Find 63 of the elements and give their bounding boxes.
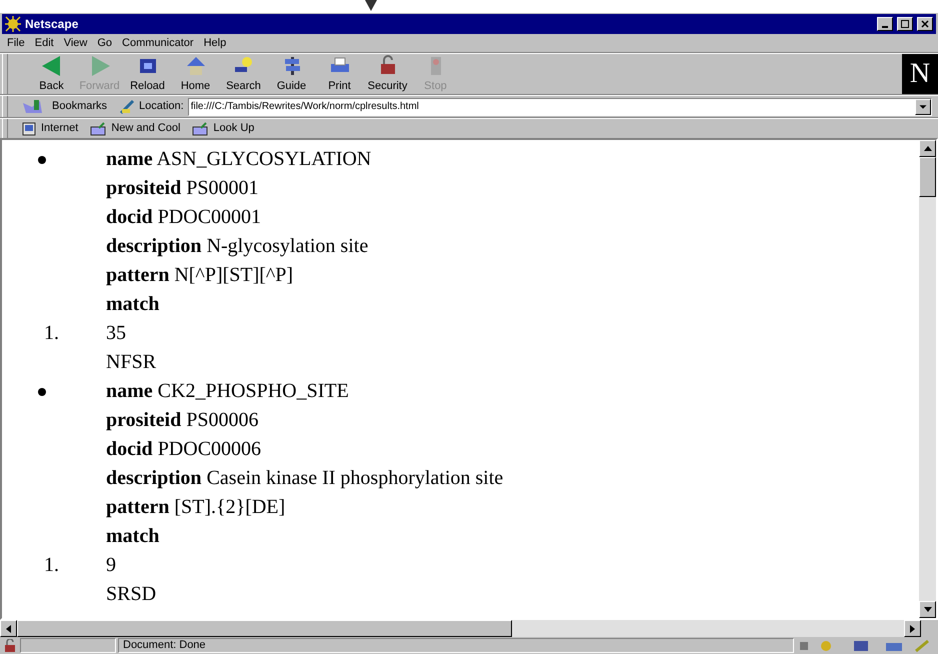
result-field: name ASN_GLYCOSYLATION (106, 145, 372, 174)
match-heading: match (106, 524, 160, 549)
location-label: Location: (139, 99, 184, 114)
toolbar-button[interactable]: Search (222, 54, 265, 94)
status-text: Document: Done (123, 638, 206, 654)
toolbar-button[interactable]: Reload (126, 54, 169, 94)
close-icon (921, 20, 929, 28)
folder-icon (192, 122, 208, 136)
match-number: 1. (43, 553, 60, 578)
menu-item[interactable]: Communicator (117, 34, 199, 52)
toolbar-button[interactable]: Security (366, 54, 409, 94)
menu-item[interactable]: Help (198, 34, 232, 52)
menu-item[interactable]: File (2, 34, 30, 52)
personal-toolbar-button[interactable]: Look Up (192, 120, 254, 137)
match-sequence: NFSR (106, 350, 156, 375)
close-button[interactable] (917, 17, 933, 31)
result-field: description Casein kinase II phosphorylation site (106, 464, 504, 493)
scroll-thumb[interactable] (919, 157, 936, 197)
scroll-left-icon (6, 624, 11, 632)
result-field: docid PDOC00001 (106, 203, 372, 232)
result-field: description N-glycosylation site (106, 232, 372, 261)
toolbar-button[interactable]: Print (318, 54, 361, 94)
location-field[interactable]: file:///C:/Tambis/Rewrites/Work/norm/cplresults.html (188, 98, 932, 116)
toolbar-button[interactable]: Home (174, 54, 217, 94)
match-position: 9 (106, 553, 117, 578)
maximize-icon (901, 20, 909, 28)
scroll-down-icon (924, 607, 932, 612)
vertical-scrollbar[interactable] (919, 140, 936, 618)
result-field: pattern [ST].{2}[DE] (106, 493, 504, 522)
security-lock-icon (2, 638, 18, 652)
result-field: pattern N[^P][ST][^P] (106, 261, 372, 290)
menu-item[interactable]: Go (92, 34, 118, 52)
bookmarks-button[interactable]: Bookmarks (52, 98, 108, 115)
horizontal-scrollbar[interactable] (0, 620, 921, 637)
folder-icon (90, 122, 106, 136)
minimize-button[interactable] (877, 17, 893, 31)
menu-item[interactable]: View (58, 34, 92, 52)
bullet-icon (38, 388, 46, 396)
scroll-up-icon (924, 146, 932, 151)
personal-toolbar-button[interactable]: Internet (22, 120, 78, 137)
personal-toolbar-button[interactable]: New and Cool (90, 120, 180, 137)
result-field: prositeid PS00006 (106, 406, 504, 435)
result-field: prositeid PS00001 (106, 174, 372, 203)
bullet-icon (38, 156, 46, 164)
dropdown-icon (915, 98, 931, 114)
menu-item[interactable]: Edit (30, 34, 59, 52)
location-icon (119, 98, 136, 114)
logo: N (902, 54, 938, 94)
scroll-thumb[interactable] (17, 620, 512, 637)
scroll-right-icon (910, 624, 915, 632)
match-number: 1. (43, 321, 60, 346)
toolbar-button[interactable]: Guide (270, 54, 313, 94)
match-heading: match (106, 292, 160, 317)
pointer-icon (365, 0, 377, 11)
match-sequence: SRSD (106, 582, 156, 607)
maximize-button[interactable] (897, 17, 913, 31)
toolbar-button[interactable]: Back (30, 54, 73, 94)
app-icon (5, 16, 21, 32)
match-position: 35 (106, 321, 127, 346)
page-icon (22, 122, 36, 136)
result-field: name CK2_PHOSPHO_SITE (106, 377, 504, 406)
window-title: Netscape (25, 16, 78, 33)
result-field: docid PDOC00006 (106, 435, 504, 464)
